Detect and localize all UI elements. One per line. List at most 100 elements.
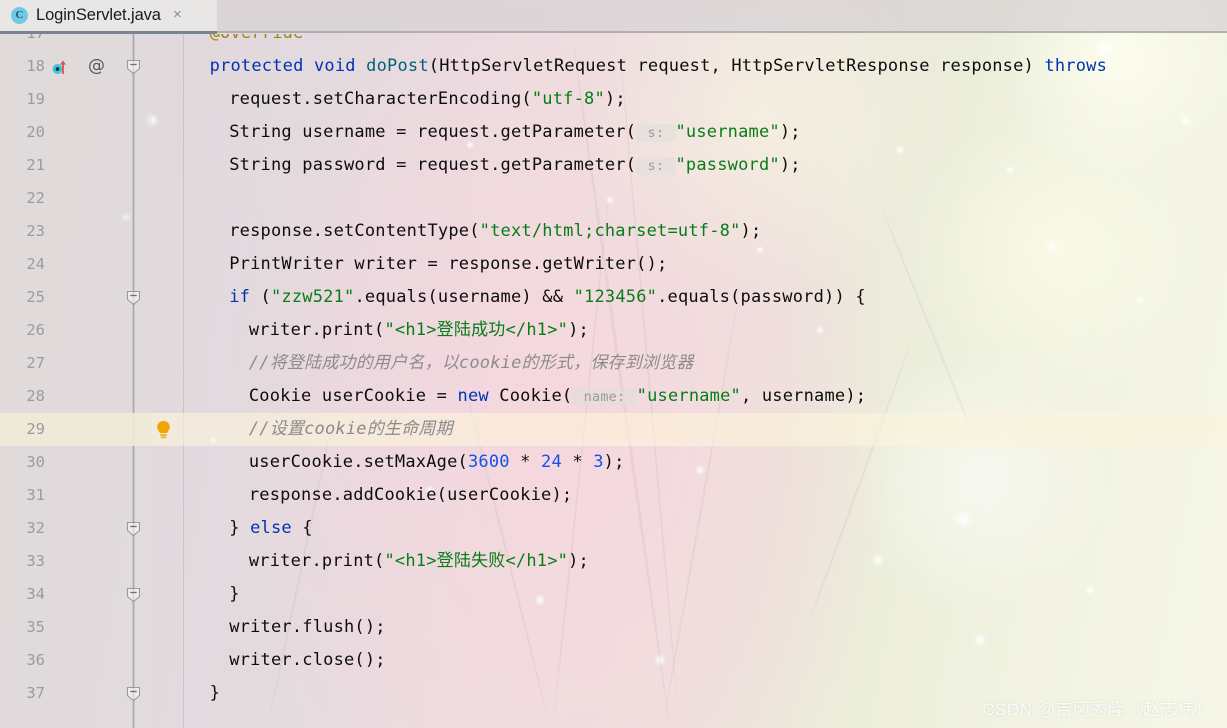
code-token: ( [260, 287, 271, 307]
code-line[interactable]: 23 response.setContentType("text/html;cha… [0, 215, 1227, 248]
code-text: response.setContentType("text/html;chars… [229, 215, 761, 248]
line-number: 20 [26, 123, 45, 141]
line-number: 29 [26, 420, 45, 438]
tab-loginservlet-java[interactable]: C LoginServlet.java × [0, 0, 217, 31]
csdn-watermark: CSDN @吉冈秀隆（赵志伟） [982, 700, 1213, 719]
code-text: userCookie.setMaxAge(3600 * 24 * 3); [249, 446, 625, 479]
code-token: .equals(password)) { [657, 287, 866, 307]
line-number: 19 [26, 90, 45, 108]
code-line[interactable]: 31 response.addCookie(userCookie); [0, 479, 1227, 512]
line-number: 26 [26, 321, 45, 339]
code-text: } [229, 578, 239, 611]
code-token: response.setContentType( [229, 221, 480, 241]
code-line[interactable]: 20 String username = request.getParameter… [0, 116, 1227, 149]
intention-bulb-icon[interactable] [155, 420, 172, 440]
code-string: "password" [675, 155, 780, 175]
line-number: 35 [26, 618, 45, 636]
code-text: } [210, 677, 220, 710]
code-token: writer.print( [248, 551, 385, 571]
code-token: } [229, 584, 240, 604]
code-comment: //设置cookie的生命周期 [248, 419, 453, 439]
close-icon[interactable]: × [170, 7, 185, 23]
code-string: "utf-8" [531, 89, 605, 109]
code-keyword: throws [1044, 56, 1108, 76]
line-number: 30 [26, 453, 45, 471]
code-line[interactable]: 19 request.setCharacterEncoding("utf-8"); [0, 83, 1227, 116]
code-text: @Override [210, 34, 304, 50]
line-number: 24 [26, 255, 45, 273]
code-token: } [209, 683, 221, 703]
line-number: 27 [26, 354, 45, 372]
code-text: //设置cookie的生命周期 [249, 413, 453, 446]
code-keyword: protected [209, 56, 314, 76]
code-string: "text/html;charset=utf-8" [479, 221, 741, 241]
line-number: 36 [26, 651, 45, 669]
code-line[interactable]: 26 writer.print("<h1>登陆成功</h1>"); [0, 314, 1227, 347]
code-line[interactable]: 29 //设置cookie的生命周期 [0, 413, 1227, 446]
line-number: 28 [26, 387, 45, 405]
code-token: * [561, 452, 594, 472]
fold-collapse-icon[interactable] [126, 59, 141, 75]
parameter-hint: s: [636, 157, 676, 175]
code-line[interactable]: 36 writer.close(); [0, 644, 1227, 677]
annotation-marker-icon[interactable]: @ [88, 50, 105, 83]
code-token: Cookie userCookie = [248, 386, 458, 406]
code-text: writer.print("<h1>登陆失败</h1>"); [249, 545, 589, 578]
code-text: protected void doPost(HttpServletRequest… [210, 50, 1107, 83]
code-token: ); [568, 320, 589, 340]
code-line[interactable]: 33 writer.print("<h1>登陆失败</h1>"); [0, 545, 1227, 578]
code-line[interactable]: 24 PrintWriter writer = response.getWrite… [0, 248, 1227, 281]
code-keyword: void [313, 56, 367, 76]
code-token: writer.print( [248, 320, 385, 340]
tab-label: LoginServlet.java [36, 6, 161, 24]
code-keyword: new [457, 386, 500, 406]
code-line[interactable]: 34} [0, 578, 1227, 611]
code-token: { [291, 518, 313, 538]
line-number: 33 [26, 552, 45, 570]
code-token: ); [779, 155, 801, 175]
line-number: 32 [26, 519, 45, 537]
code-string: "123456" [573, 287, 658, 307]
code-line[interactable]: 22 [0, 182, 1227, 215]
code-token: Cookie( [499, 386, 573, 406]
code-line[interactable]: 25 if ("zzw521".equals(username) && "1234… [0, 281, 1227, 314]
code-line[interactable]: 21 String password = request.getParameter… [0, 149, 1227, 182]
code-comment: //将登陆成功的用户名，以cookie的形式，保存到浏览器 [248, 353, 694, 373]
code-text: //将登陆成功的用户名，以cookie的形式，保存到浏览器 [249, 347, 694, 380]
code-token: (HttpServletRequest request, HttpServlet… [428, 56, 1045, 76]
code-text: writer.print("<h1>登陆成功</h1>"); [249, 314, 589, 347]
fold-collapse-icon[interactable] [126, 686, 141, 702]
code-token: ); [604, 89, 626, 109]
code-editor[interactable]: 17 @Override 18 @ protected void doPost(Http… [0, 34, 1227, 728]
line-number: 17 [0, 34, 45, 50]
line-number: 22 [26, 189, 45, 207]
code-text: response.addCookie(userCookie); [249, 479, 572, 512]
code-line[interactable]: 35 writer.flush(); [0, 611, 1227, 644]
code-line[interactable]: 32} else { [0, 512, 1227, 545]
parameter-hint: s: [636, 124, 676, 142]
line-number: 21 [26, 156, 45, 174]
fold-collapse-icon[interactable] [126, 587, 141, 603]
code-text: request.setCharacterEncoding("utf-8"); [229, 83, 626, 116]
code-annotation: @Override [210, 34, 304, 43]
code-line[interactable]: 30 userCookie.setMaxAge(3600 * 24 * 3); [0, 446, 1227, 479]
code-number: 3 [593, 452, 604, 472]
code-line[interactable]: 27 //将登陆成功的用户名，以cookie的形式，保存到浏览器 [0, 347, 1227, 380]
line-number: 18 [26, 57, 45, 75]
code-text: String username = request.getParameter( … [229, 116, 801, 149]
tab-active-indicator [0, 31, 217, 34]
code-token: ); [568, 551, 589, 571]
code-keyword: else [250, 518, 292, 538]
line-number: 37 [26, 684, 45, 702]
code-token: PrintWriter writer = response.getWriter(… [229, 254, 668, 274]
code-line[interactable]: 17 @Override [0, 34, 1227, 50]
java-class-icon: C [11, 7, 28, 24]
parameter-hint: name: [572, 388, 637, 406]
override-method-icon[interactable] [51, 58, 69, 76]
code-line[interactable]: 28 Cookie userCookie = new Cookie( name: … [0, 380, 1227, 413]
code-text: PrintWriter writer = response.getWriter(… [229, 248, 667, 281]
fold-collapse-icon[interactable] [126, 290, 141, 306]
code-line[interactable]: 18 @ protected void doPost(HttpServletRequ… [0, 50, 1227, 83]
fold-collapse-icon[interactable] [126, 521, 141, 537]
code-text: String password = request.getParameter( … [229, 149, 801, 182]
